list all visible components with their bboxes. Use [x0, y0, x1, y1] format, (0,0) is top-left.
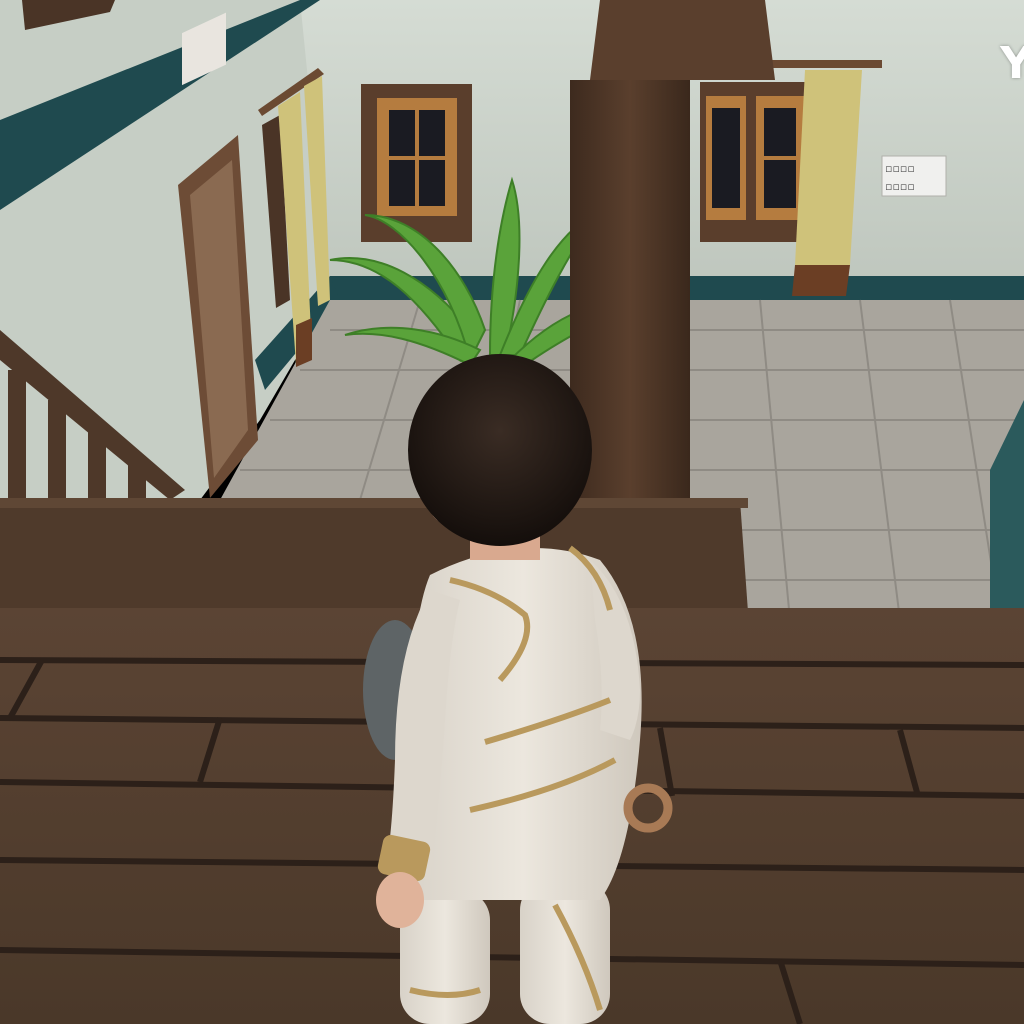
hair — [408, 354, 592, 546]
hud-corner-label: Y — [1000, 38, 1024, 89]
hand — [376, 872, 424, 928]
wall-outlet: ▫▫▫▫ ▫▫▫▫ — [881, 155, 947, 197]
balcony-ledge — [0, 498, 748, 612]
window-back-right — [700, 82, 810, 242]
game-scene: ▫▫▫▫ ▫▫▫▫ — [0, 0, 1024, 1024]
svg-text:▫▫▫▫: ▫▫▫▫ — [885, 162, 915, 175]
game-viewport[interactable]: ▫▫▫▫ ▫▫▫▫ Y — [0, 0, 1024, 1024]
svg-text:▫▫▫▫: ▫▫▫▫ — [885, 180, 915, 193]
